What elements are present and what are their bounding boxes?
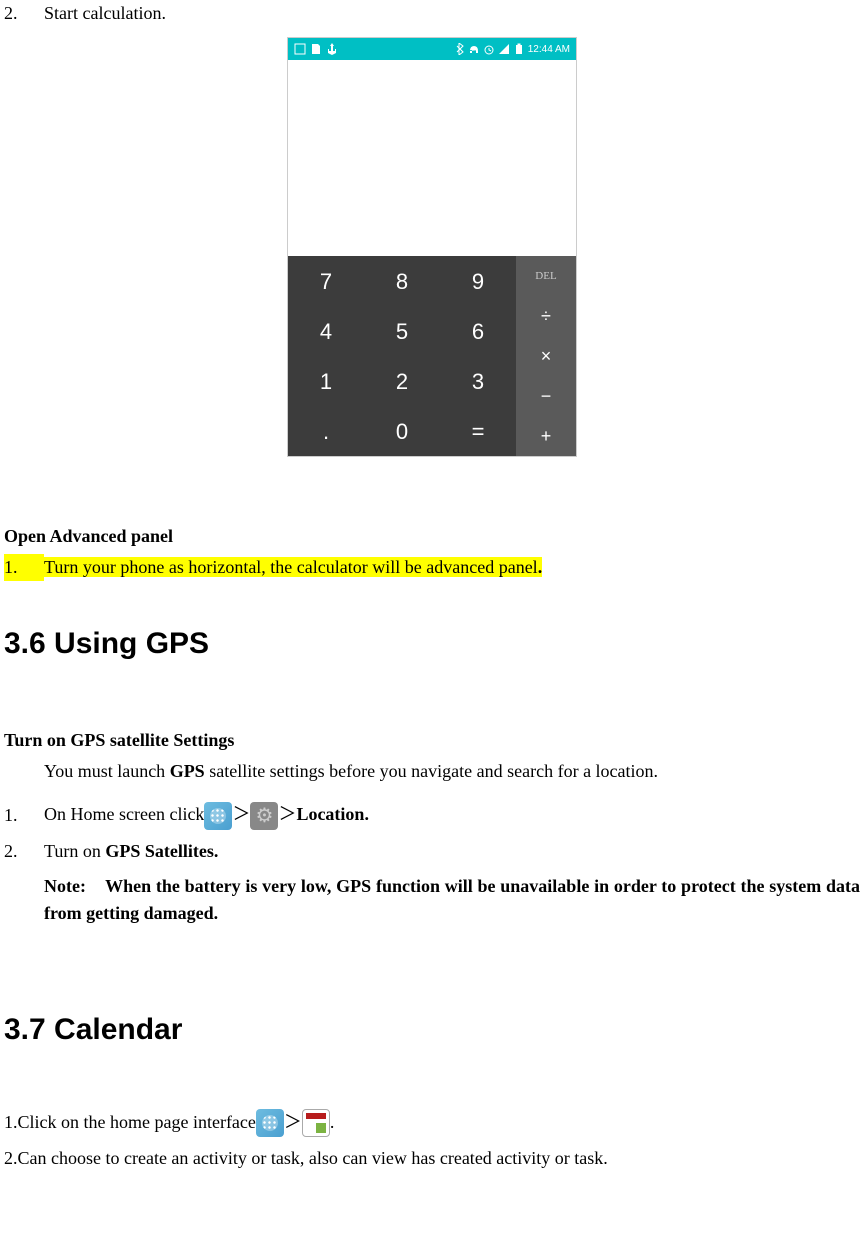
settings-icon [250,802,278,830]
gps-heading: 3.6 Using GPS [4,621,860,666]
calc-keypad: 7 8 9 4 5 6 1 2 3 . 0 = DEL ÷ × − + [288,256,576,456]
highlighted-dot: . [538,557,543,577]
status-right: 12:44 AM [453,42,570,57]
screenshot-icon [294,43,306,55]
calendar-step-1: 1.Click on the home page interface ＞. [4,1109,860,1137]
gps-intro: You must launch GPS satellite settings b… [44,758,860,785]
apps-icon [256,1109,284,1137]
status-time: 12:44 AM [528,42,570,57]
calendar-icon [302,1109,330,1137]
key-del[interactable]: DEL [516,256,576,296]
alarm-icon [483,43,495,55]
step-2: 2. Start calculation. [4,0,860,27]
advanced-step-1: 1. Turn your phone as horizontal, the ca… [4,554,860,581]
key-9[interactable]: 9 [440,256,516,306]
calc-display [288,60,576,256]
key-3[interactable]: 3 [440,356,516,406]
step-number: 2. [4,0,44,27]
status-left [294,43,338,55]
step-text: Turn your phone as horizontal, the calcu… [44,554,860,581]
arrow-icon: ＞ [284,1109,302,1136]
key-plus[interactable]: + [516,416,576,456]
text-part: You must launch [44,761,170,781]
key-minus[interactable]: − [516,376,576,416]
text-part: Turn on [44,841,105,861]
phone-screen: 12:44 AM 7 8 9 4 5 6 1 2 3 . 0 = DEL ÷ [287,37,577,457]
gps-step-1: 1. On Home screen click＞＞Location. [4,801,860,830]
key-5[interactable]: 5 [364,306,440,356]
calendar-step-2: 2.Can choose to create an activity or ta… [4,1145,860,1172]
key-equals[interactable]: = [440,406,516,456]
step-text: Turn on GPS Satellites. [44,838,860,865]
note-text: When the battery is very low, GPS functi… [44,876,860,923]
calendar-heading: 3.7 Calendar [4,1007,860,1052]
highlighted-text: Turn your phone as horizontal, the calcu… [44,557,538,577]
text-bold: GPS Satellites. [105,841,218,861]
note-label: Note: [44,876,86,896]
gps-step-2: 2. Turn on GPS Satellites. [4,838,860,865]
bluetooth-icon [453,43,465,55]
step-number: 1. [4,554,44,581]
text-dot: . [330,1109,335,1136]
apps-icon [204,802,232,830]
key-0[interactable]: 0 [364,406,440,456]
key-4[interactable]: 4 [288,306,364,356]
key-6[interactable]: 6 [440,306,516,356]
key-dot[interactable]: . [288,406,364,456]
key-multiply[interactable]: × [516,336,576,376]
step-number: 2. [4,838,44,865]
calc-operations: DEL ÷ × − + [516,256,576,456]
text-part: On Home screen click [44,804,204,824]
headphone-icon [468,43,480,55]
arrow-icon: ＞ [232,804,250,824]
step-text: On Home screen click＞＞Location. [44,801,860,830]
step-number: 1. [4,802,44,829]
advanced-panel-heading: Open Advanced panel [4,523,860,550]
usb-icon [326,43,338,55]
key-8[interactable]: 8 [364,256,440,306]
text-bold: GPS [170,761,205,781]
text-bold: Location. [296,804,369,824]
gps-note: Note: When the battery is very low, GPS … [44,873,860,927]
arrow-icon: ＞ [278,804,296,824]
key-divide[interactable]: ÷ [516,296,576,336]
key-7[interactable]: 7 [288,256,364,306]
status-bar: 12:44 AM [288,38,576,60]
calculator-screenshot: 12:44 AM 7 8 9 4 5 6 1 2 3 . 0 = DEL ÷ [4,37,860,457]
battery-icon [513,43,525,55]
text-part: satellite settings before you navigate a… [205,761,658,781]
calc-numbers: 7 8 9 4 5 6 1 2 3 . 0 = [288,256,516,456]
gps-sub-heading: Turn on GPS satellite Settings [4,727,860,754]
signal-icon [498,43,510,55]
sd-icon [310,43,322,55]
text-part: 1.Click on the home page interface [4,1109,256,1136]
step-text: Start calculation. [44,0,860,27]
key-2[interactable]: 2 [364,356,440,406]
key-1[interactable]: 1 [288,356,364,406]
